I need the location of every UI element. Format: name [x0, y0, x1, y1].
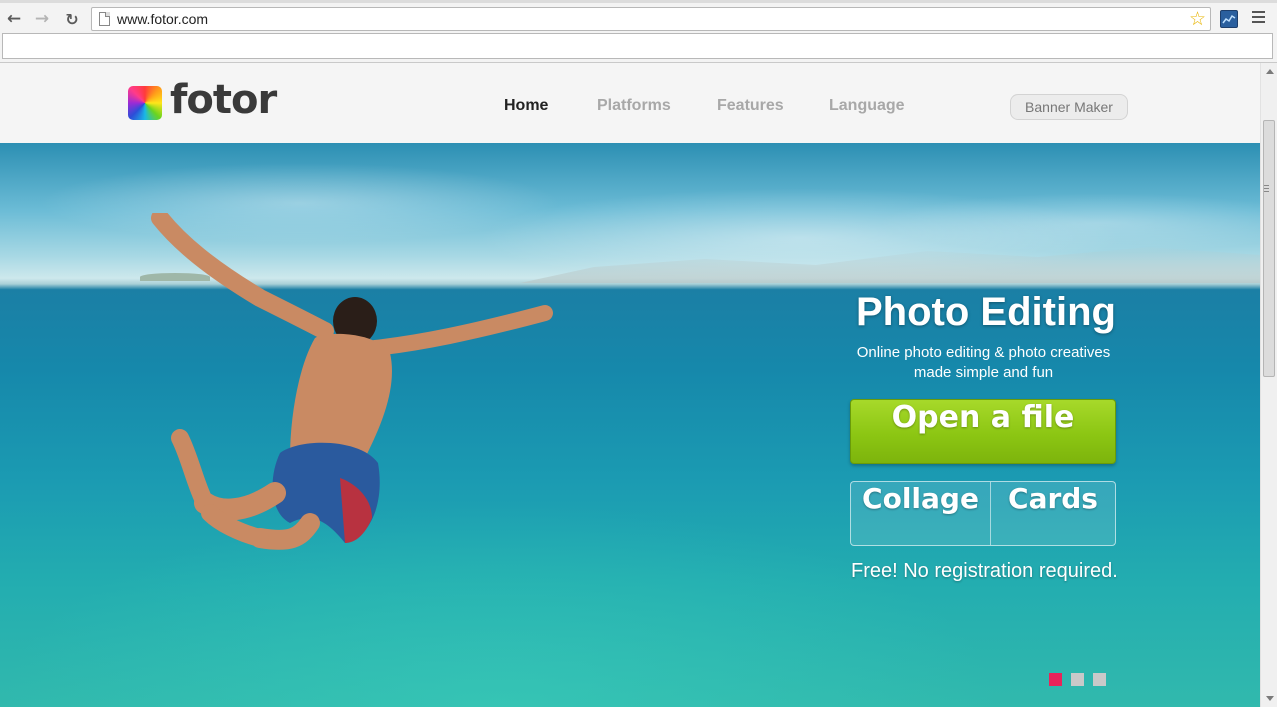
bookmarks-bar[interactable] — [2, 33, 1273, 59]
carousel-dot-1[interactable] — [1049, 673, 1062, 686]
fotor-logo-icon — [128, 86, 162, 120]
collage-cards-buttons: Collage Cards — [850, 481, 1116, 546]
site-header: fotor Home Platforms Features Language B… — [0, 63, 1260, 143]
logo-text: fotor — [170, 77, 277, 123]
browser-chrome: ← → ↻ www.fotor.com ☆ — [0, 0, 1277, 63]
carousel-dots — [1049, 673, 1115, 686]
reload-icon[interactable]: ↻ — [62, 9, 82, 29]
collage-button[interactable]: Collage — [851, 482, 991, 545]
vertical-scrollbar[interactable] — [1260, 63, 1277, 707]
address-bar[interactable]: www.fotor.com ☆ — [91, 7, 1211, 31]
nav-home[interactable]: Home — [504, 97, 548, 115]
back-icon[interactable]: ← — [4, 9, 24, 29]
hero-subtitle-line2: made simple and fun — [913, 364, 1054, 381]
carousel-dot-2[interactable] — [1071, 673, 1084, 686]
free-note: Free! No registration required. — [851, 560, 1118, 582]
page-icon — [99, 12, 110, 26]
star-icon[interactable]: ☆ — [1189, 8, 1206, 30]
scrollbar-thumb[interactable] — [1263, 120, 1275, 377]
menu-icon[interactable] — [1252, 11, 1265, 25]
nav-features[interactable]: Features — [717, 97, 784, 115]
hero-banner: Photo Editing Online photo editing & pho… — [0, 143, 1260, 707]
cards-button[interactable]: Cards — [991, 482, 1115, 545]
hero-title: Photo Editing — [856, 290, 1116, 334]
jumping-man-image — [151, 213, 553, 550]
nav-language[interactable]: Language — [829, 97, 905, 115]
tab-strip — [0, 0, 1277, 3]
banner-maker-button[interactable]: Banner Maker — [1010, 94, 1128, 120]
open-file-button[interactable]: Open a file — [850, 399, 1116, 464]
hero-subtitle-line1: Online photo editing & photo creatives — [856, 344, 1111, 361]
fotor-logo[interactable]: fotor — [128, 77, 277, 130]
nav-platforms[interactable]: Platforms — [597, 97, 671, 115]
carousel-dot-3[interactable] — [1093, 673, 1106, 686]
scrollbar-grip-icon — [1264, 185, 1269, 192]
scroll-up-icon[interactable] — [1266, 69, 1274, 74]
url-text[interactable]: www.fotor.com — [117, 11, 208, 27]
extension-icon[interactable] — [1220, 10, 1238, 28]
forward-icon[interactable]: → — [32, 9, 52, 29]
scroll-down-icon[interactable] — [1266, 696, 1274, 701]
